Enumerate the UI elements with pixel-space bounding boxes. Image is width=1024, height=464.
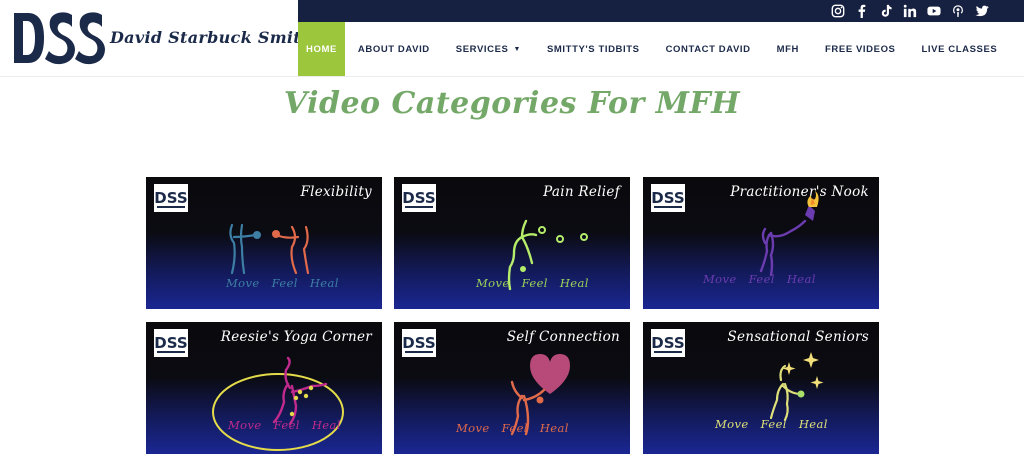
nav-item-free-videos[interactable]: FREE VIDEOS xyxy=(812,22,908,76)
page-title: Video Categories For MFH xyxy=(283,86,741,121)
category-card-practitioners-nook[interactable]: DSS Practitioner's Nook Move Feel Heal xyxy=(643,177,879,309)
twitter-icon[interactable] xyxy=(974,3,990,19)
nav-item-services[interactable]: SERVICES ▼ xyxy=(443,22,534,76)
move-feel-heal-tagline: Move Feel Heal xyxy=(226,276,339,290)
category-card-flexibility[interactable]: DSS Flexibility Move Feel Heal xyxy=(146,177,382,309)
social-links xyxy=(830,3,990,19)
linkedin-icon[interactable] xyxy=(902,3,918,19)
tiktok-icon[interactable] xyxy=(878,3,894,19)
category-card-sensational-seniors[interactable]: DSS Sensational Seniors Move Feel Heal xyxy=(643,322,879,454)
nav-item-label: SERVICES xyxy=(455,43,509,55)
category-card-reesies-yoga-corner[interactable]: DSS Reesie's Yoga Corner Move Feel Heal xyxy=(146,322,382,454)
nav-item-mfh[interactable]: MFH xyxy=(764,22,812,76)
torch-figure-illustration xyxy=(759,191,819,277)
nav-item-home[interactable]: HOME xyxy=(298,22,345,76)
header-divider xyxy=(0,76,1024,77)
facebook-icon[interactable] xyxy=(854,3,870,19)
nav-item-about-david[interactable]: ABOUT DAVID xyxy=(345,22,443,76)
youtube-icon[interactable] xyxy=(926,3,942,19)
nav-item-contact-david[interactable]: CONTACT DAVID xyxy=(653,22,764,76)
brand-name[interactable]: David Starbuck Smith xyxy=(110,28,313,47)
move-feel-heal-tagline: Move Feel Heal xyxy=(228,418,341,432)
yoga-figure-illustration xyxy=(212,356,344,451)
category-card-pain-relief[interactable]: DSS Pain Relief Move Feel Heal xyxy=(394,177,630,309)
site-logo[interactable]: David Starbuck Smith xyxy=(0,0,313,76)
move-feel-heal-tagline: Move Feel Heal xyxy=(715,417,828,431)
move-feel-heal-tagline: Move Feel Heal xyxy=(703,272,816,286)
chevron-down-icon: ▼ xyxy=(513,45,521,53)
dss-logo-icon xyxy=(14,12,105,65)
sparkle-figure-illustration xyxy=(769,352,824,422)
nav-item-smittys-tidbits[interactable]: SMITTY'S TIDBITS xyxy=(534,22,653,76)
instagram-icon[interactable] xyxy=(830,3,846,19)
top-bar xyxy=(298,0,1024,22)
move-feel-heal-tagline: Move Feel Heal xyxy=(456,421,569,435)
main-nav: HOME ABOUT DAVID SERVICES ▼ SMITTY'S TID… xyxy=(298,22,1024,76)
category-card-self-connection[interactable]: DSS Self Connection Move Feel Heal xyxy=(394,322,630,454)
move-feel-heal-tagline: Move Feel Heal xyxy=(476,276,589,290)
podcast-icon[interactable] xyxy=(950,3,966,19)
nav-item-live-classes[interactable]: LIVE CLASSES xyxy=(909,22,1011,76)
